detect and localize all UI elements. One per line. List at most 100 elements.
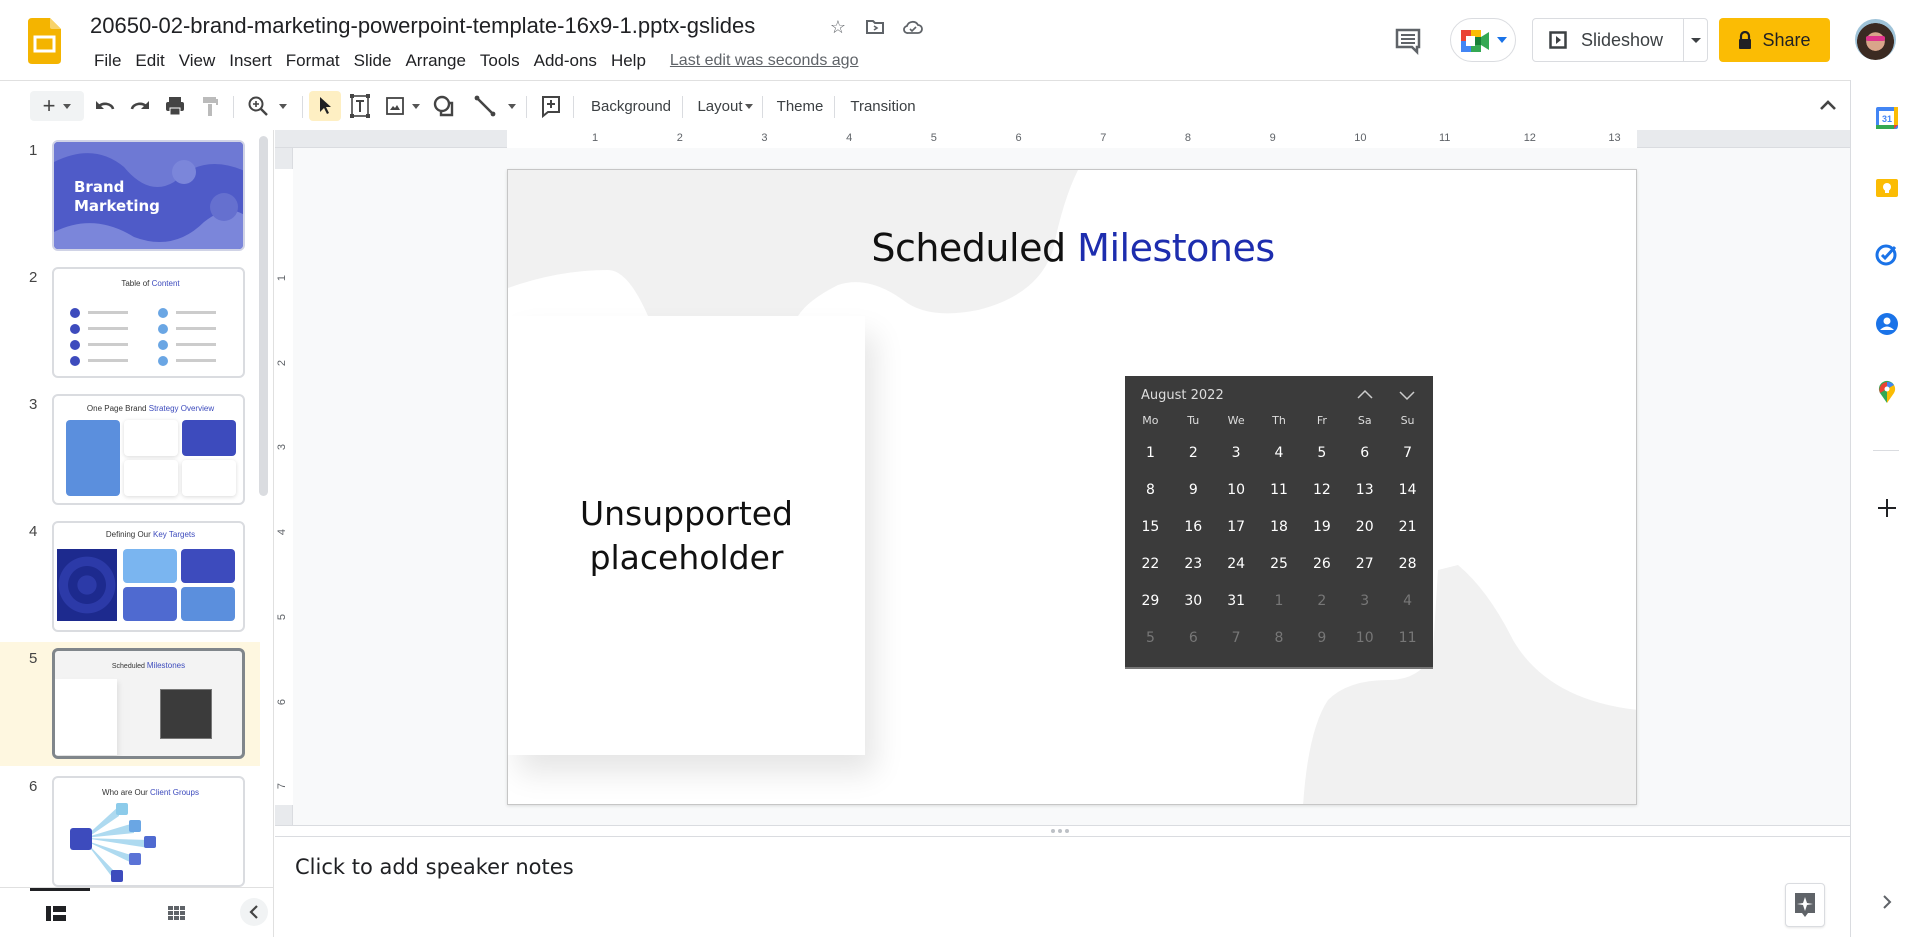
grid-view-icon[interactable] [168, 906, 186, 921]
calendar-day[interactable]: 26 [1300, 556, 1343, 572]
filmstrip-item[interactable]: 1 Brand Marketing [0, 134, 260, 258]
calendar-day[interactable]: 23 [1172, 556, 1215, 572]
menu-view[interactable]: View [173, 49, 222, 73]
slideshow-dropdown-button[interactable] [1684, 19, 1707, 61]
calendar-day[interactable]: 30 [1172, 593, 1215, 609]
menu-addons[interactable]: Add-ons [528, 49, 603, 73]
print-icon[interactable] [163, 91, 187, 121]
new-slide-button[interactable]: + [30, 91, 84, 121]
calendar-day[interactable]: 4 [1258, 445, 1301, 461]
theme-button[interactable]: Theme [768, 91, 832, 121]
calendar-day-other-month[interactable]: 3 [1343, 593, 1386, 609]
calendar-day[interactable]: 8 [1129, 482, 1172, 498]
calendar-day[interactable]: 18 [1258, 519, 1301, 535]
calendar-day[interactable]: 1 [1129, 445, 1172, 461]
filmstrip-item[interactable]: 6 Who are Our Client Groups [0, 770, 260, 887]
paint-format-icon[interactable] [198, 91, 222, 121]
google-tasks-icon[interactable] [1875, 242, 1899, 266]
calendar-day[interactable]: 6 [1343, 445, 1386, 461]
slideshow-button[interactable]: Slideshow [1533, 19, 1684, 61]
calendar-day[interactable]: 5 [1300, 445, 1343, 461]
filmstrip-item[interactable]: 2 Table of Content [0, 261, 260, 385]
last-edit-link[interactable]: Last edit was seconds ago [670, 52, 859, 70]
menu-format[interactable]: Format [280, 49, 346, 73]
calendar-day[interactable]: 2 [1172, 445, 1215, 461]
filmstrip-item[interactable]: 3 One Page Brand Strategy Overview [0, 388, 260, 512]
layout-button[interactable]: Layout [688, 91, 756, 121]
unsupported-placeholder[interactable]: Unsupported placeholder [508, 316, 865, 755]
calendar-day[interactable]: 12 [1300, 482, 1343, 498]
calendar-widget[interactable]: August 2022 Mo Tu We Th Fr Sa Su 1 2 3 4 5 6 7 8 9 10 11… [1125, 376, 1433, 669]
calendar-day-other-month[interactable]: 11 [1386, 630, 1429, 646]
calendar-day-other-month[interactable]: 7 [1215, 630, 1258, 646]
calendar-day[interactable]: 21 [1386, 519, 1429, 535]
calendar-day[interactable]: 10 [1215, 482, 1258, 498]
vertical-ruler[interactable]: 1 2 3 4 5 6 7 [275, 148, 293, 825]
user-avatar[interactable] [1855, 19, 1896, 60]
calendar-day[interactable]: 13 [1343, 482, 1386, 498]
notes-resize-handle[interactable] [275, 825, 1850, 837]
menu-edit[interactable]: Edit [129, 49, 170, 73]
slide-title[interactable]: Scheduled Milestones [508, 226, 1636, 270]
speaker-notes-placeholder[interactable]: Click to add speaker notes [295, 855, 574, 879]
slide-thumbnail-1[interactable]: Brand Marketing [52, 140, 245, 251]
calendar-day[interactable]: 7 [1386, 445, 1429, 461]
star-icon[interactable]: ☆ [827, 16, 849, 38]
menu-help[interactable]: Help [605, 49, 652, 73]
calendar-day-other-month[interactable]: 2 [1300, 593, 1343, 609]
calendar-day-other-month[interactable]: 10 [1343, 630, 1386, 646]
background-button[interactable]: Background [580, 91, 682, 121]
menu-slide[interactable]: Slide [348, 49, 398, 73]
speaker-notes[interactable]: Click to add speaker notes [275, 837, 1850, 937]
comments-icon[interactable] [1390, 22, 1426, 58]
filmstrip-item-selected[interactable]: 5 Scheduled Milestones [0, 642, 260, 766]
filmstrip-view-icon[interactable] [46, 906, 66, 921]
undo-icon[interactable] [93, 91, 117, 121]
filmstrip-item[interactable]: 4 Defining Our Key Targets [0, 515, 260, 639]
chevron-down-icon[interactable] [1395, 384, 1419, 406]
google-maps-icon[interactable] [1875, 380, 1899, 404]
calendar-day[interactable]: 28 [1386, 556, 1429, 572]
calendar-day[interactable]: 22 [1129, 556, 1172, 572]
meet-button[interactable] [1450, 18, 1516, 62]
chevron-up-icon[interactable] [1353, 384, 1377, 406]
select-tool-button[interactable] [309, 91, 341, 121]
line-tool-button[interactable] [470, 91, 520, 121]
share-button[interactable]: Share [1719, 18, 1830, 62]
add-comment-icon[interactable] [539, 91, 563, 121]
slide-thumbnail-4[interactable]: Defining Our Key Targets [52, 521, 245, 632]
slide-thumbnail-3[interactable]: One Page Brand Strategy Overview [52, 394, 245, 505]
calendar-day-other-month[interactable]: 4 [1386, 593, 1429, 609]
text-box-icon[interactable] [348, 91, 372, 121]
document-title[interactable]: 20650-02-brand-marketing-powerpoint-temp… [90, 13, 755, 39]
calendar-day[interactable]: 19 [1300, 519, 1343, 535]
slide-thumbnail-6[interactable]: Who are Our Client Groups [52, 776, 245, 887]
calendar-day[interactable]: 3 [1215, 445, 1258, 461]
calendar-day-other-month[interactable]: 9 [1300, 630, 1343, 646]
add-addon-icon[interactable] [1875, 496, 1899, 520]
calendar-day[interactable]: 16 [1172, 519, 1215, 535]
calendar-day[interactable]: 9 [1172, 482, 1215, 498]
calendar-day-other-month[interactable]: 5 [1129, 630, 1172, 646]
calendar-day-other-month[interactable]: 8 [1258, 630, 1301, 646]
slide-thumbnail-2[interactable]: Table of Content [52, 267, 245, 378]
calendar-day[interactable]: 24 [1215, 556, 1258, 572]
calendar-day[interactable]: 14 [1386, 482, 1429, 498]
calendar-day[interactable]: 17 [1215, 519, 1258, 535]
slide-canvas[interactable]: Scheduled Milestones Unsupported placeho… [507, 169, 1637, 805]
slide-thumbnail-5[interactable]: Scheduled Milestones [52, 648, 245, 759]
google-contacts-icon[interactable] [1875, 312, 1899, 336]
cloud-saved-icon[interactable] [902, 16, 924, 38]
insert-image-button[interactable] [384, 91, 422, 121]
slides-logo-icon[interactable] [28, 18, 61, 64]
menu-arrange[interactable]: Arrange [399, 49, 471, 73]
menu-tools[interactable]: Tools [474, 49, 526, 73]
collapse-toolbar-icon[interactable] [1816, 91, 1840, 121]
calendar-day-other-month[interactable]: 1 [1258, 593, 1301, 609]
zoom-button[interactable] [244, 91, 290, 121]
google-calendar-icon[interactable]: 31 [1875, 106, 1899, 130]
menu-insert[interactable]: Insert [223, 49, 278, 73]
transition-button[interactable]: Transition [840, 91, 926, 121]
expand-side-panel-icon[interactable] [1875, 890, 1899, 914]
calendar-day[interactable]: 15 [1129, 519, 1172, 535]
